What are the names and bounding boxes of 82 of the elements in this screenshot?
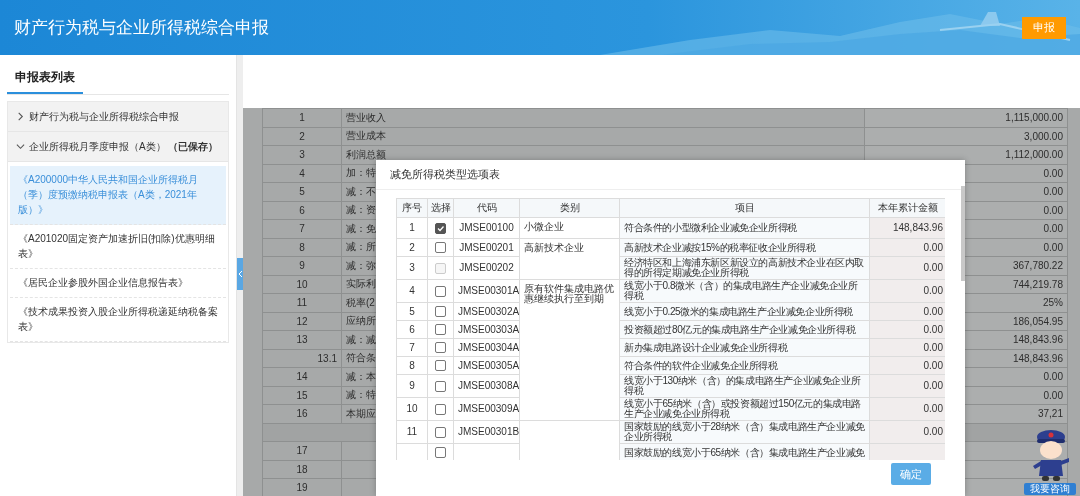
checkbox[interactable]: [435, 306, 446, 317]
checkbox[interactable]: [435, 426, 446, 438]
column-header: 代码: [453, 198, 520, 218]
row-number: 2: [396, 238, 428, 257]
checkbox[interactable]: [435, 324, 446, 335]
collapse-handle[interactable]: [237, 258, 243, 290]
table-cell: 营业收入: [341, 108, 865, 127]
assistant-button[interactable]: 我要咨询: [1024, 428, 1076, 496]
line-number: 17: [262, 441, 342, 460]
amount-cell: 1,115,000.00: [864, 108, 1068, 127]
checkbox[interactable]: [435, 360, 446, 371]
item-cell: 经济特区和上海浦东新区新设立的高新技术企业在区内取得的所得定期减免企业所得税: [619, 256, 870, 280]
line-number: 2: [262, 127, 342, 146]
row-number: 5: [396, 302, 428, 321]
checkbox[interactable]: [435, 242, 446, 253]
line-number: 1: [262, 108, 342, 127]
line-number: 14: [262, 367, 342, 386]
line-number: 7: [262, 219, 342, 238]
assistant-label: 我要咨询: [1024, 483, 1076, 495]
code-cell: JMSE00301B: [453, 420, 520, 444]
figure-icon: [1032, 428, 1070, 482]
accordion-label: 企业所得税月季度申报（A类） （已保存）: [29, 139, 219, 154]
category-cell: 小微企业: [519, 217, 620, 239]
item-cell: 线宽小于65纳米（含）或投资额超过150亿元的集成电路生产企业减免企业所得税: [619, 397, 870, 421]
form-link[interactable]: 《居民企业参股外国企业信息报告表》: [10, 269, 226, 298]
line-number: 15: [262, 386, 342, 405]
chevron-right-icon: [16, 112, 25, 121]
line-number: 11: [262, 293, 342, 312]
chevron-left-icon: [237, 270, 243, 278]
code-cell: JMSE00100: [453, 217, 520, 239]
column-header: 项目: [619, 198, 870, 218]
line-number: 3: [262, 145, 342, 164]
column-header: 选择: [427, 198, 454, 218]
column-header: 本年累计金额: [869, 198, 945, 218]
line-number: 9: [262, 256, 342, 275]
line-number: 6: [262, 201, 342, 220]
checkbox[interactable]: [435, 342, 446, 353]
form-link[interactable]: 《A201020固定资产加速折旧(扣除)优惠明细表》: [10, 225, 226, 269]
table-cell: 营业成本: [341, 127, 865, 146]
chevron-down-icon: [16, 142, 25, 151]
line-number: 13: [262, 330, 342, 349]
accordion-header[interactable]: 企业所得税月季度申报（A类） （已保存）: [8, 132, 228, 162]
code-cell: JMSE00301A: [453, 279, 520, 303]
line-number: 18: [262, 460, 342, 479]
scrollbar[interactable]: [961, 186, 965, 281]
line-number: 5: [262, 182, 342, 201]
row-number: 10: [396, 397, 428, 421]
line-number: 8: [262, 238, 342, 257]
line-number: 19: [262, 478, 342, 496]
row-number: 4: [396, 279, 428, 303]
row-number: 7: [396, 338, 428, 357]
dialog-title: 减免所得税类型选项表: [390, 167, 500, 182]
line-number: 13.1: [262, 349, 342, 368]
item-cell: 国家鼓励的线宽小于28纳米（含）集成电路生产企业减免企业所得税: [619, 420, 870, 444]
accordion-label: 财产行为税与企业所得税综合申报: [29, 109, 179, 124]
row-number: 6: [396, 320, 428, 339]
line-number: 16: [262, 404, 342, 423]
checkbox[interactable]: [435, 222, 446, 234]
category-cell: 高新技术企业: [519, 238, 620, 280]
row-number: 9: [396, 374, 428, 398]
code-cell: JMSE00201: [453, 238, 520, 257]
form-link[interactable]: 《技术成果投资入股企业所得税递延纳税备案表》: [10, 298, 226, 342]
sidebar-tab[interactable]: 申报表列表: [7, 69, 83, 94]
line-number: 4: [262, 164, 342, 183]
line-number: 10: [262, 275, 342, 294]
item-cell: 符合条件的小型微利企业减免企业所得税: [619, 217, 870, 239]
line-number: 12: [262, 312, 342, 331]
column-header: 类别: [519, 198, 620, 218]
accordion-header[interactable]: 财产行为税与企业所得税综合申报: [8, 102, 228, 132]
item-cell: 线宽小于0.8微米（含）的集成电路生产企业减免企业所得税: [619, 279, 870, 303]
checkbox[interactable]: [435, 285, 446, 297]
checkbox[interactable]: [435, 380, 446, 392]
row-number: 8: [396, 356, 428, 375]
row-number: 3: [396, 256, 428, 280]
checkbox[interactable]: [435, 447, 446, 458]
item-cell: 线宽小于130纳米（含）的集成电路生产企业减免企业所得税: [619, 374, 870, 398]
row-number: 1: [396, 217, 428, 239]
column-header: 序号: [396, 198, 428, 218]
checkbox[interactable]: [435, 403, 446, 415]
page-title: 财产行为税与企业所得税综合申报: [14, 17, 269, 39]
category-cell: 原有软件集成电路优惠继续执行至到期: [519, 279, 620, 421]
row-number: 11: [396, 420, 428, 444]
